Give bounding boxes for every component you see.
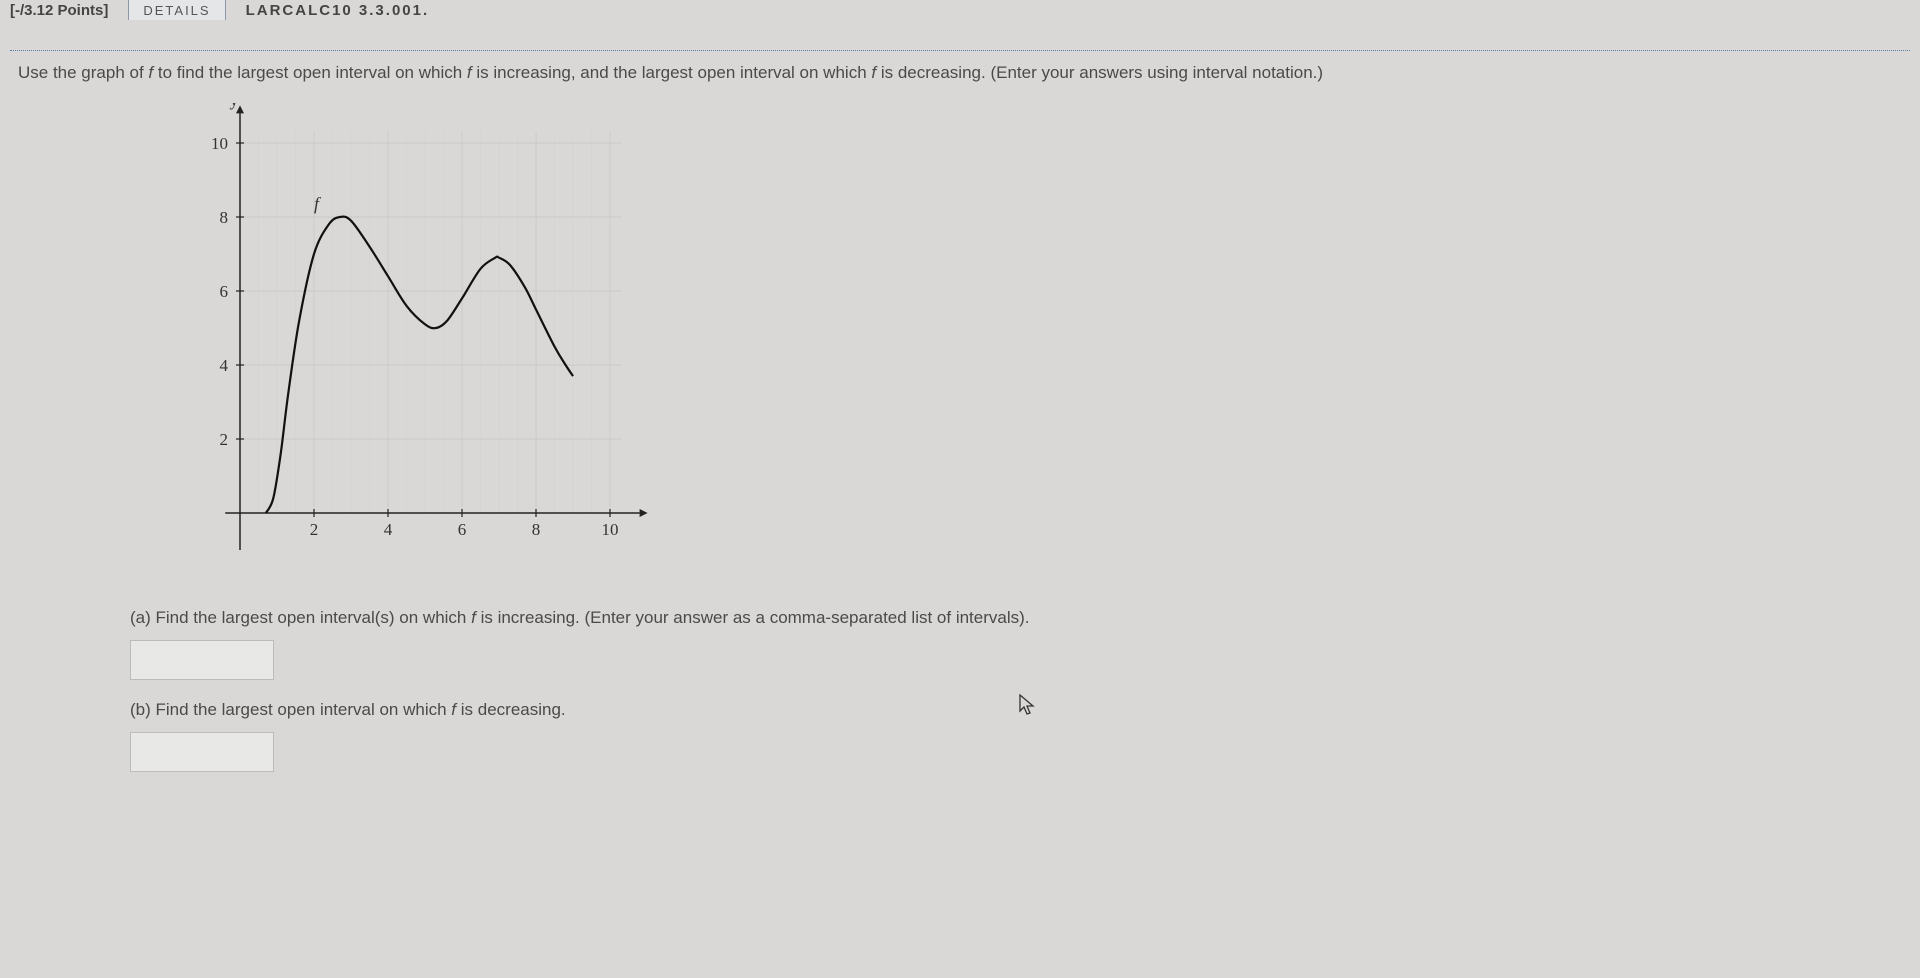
part-b: (b) Find the largest open interval on wh… xyxy=(130,700,1920,772)
part-b-input[interactable] xyxy=(130,732,274,772)
svg-text:y: y xyxy=(230,103,239,109)
svg-text:2: 2 xyxy=(220,430,229,449)
part-a-label: (a) xyxy=(130,608,151,627)
part-a-input[interactable] xyxy=(130,640,274,680)
part-a-post: is increasing. (Enter your answer as a c… xyxy=(476,608,1030,627)
svg-text:6: 6 xyxy=(220,282,229,301)
part-a-pre: Find the largest open interval(s) on whi… xyxy=(151,608,471,627)
source-label: LARCALC10 3.3.001. xyxy=(246,2,430,19)
part-a: (a) Find the largest open interval(s) on… xyxy=(130,608,1920,680)
question-prompt: Use the graph of f to find the largest o… xyxy=(10,50,1910,95)
points-badge: [-/3.12 Points] xyxy=(10,2,108,19)
part-b-pre: Find the largest open interval on which xyxy=(151,700,452,719)
svg-text:4: 4 xyxy=(220,356,229,375)
svg-text:4: 4 xyxy=(384,520,393,539)
q-mid2: is increasing, and the largest open inte… xyxy=(472,63,872,82)
details-button[interactable]: DETAILS xyxy=(128,0,225,20)
chart: 246810246810yxf xyxy=(190,103,1920,578)
svg-text:10: 10 xyxy=(211,134,228,153)
top-bar: [-/3.12 Points] DETAILS LARCALC10 3.3.00… xyxy=(0,0,1920,20)
svg-text:8: 8 xyxy=(220,208,229,227)
svg-text:8: 8 xyxy=(532,520,541,539)
svg-text:6: 6 xyxy=(458,520,467,539)
q-post: is decreasing. (Enter your answers using… xyxy=(876,63,1323,82)
q-pre: Use the graph of xyxy=(18,63,148,82)
content-area: 246810246810yxf (a) Find the largest ope… xyxy=(0,103,1920,812)
svg-text:2: 2 xyxy=(310,520,319,539)
part-b-post: is decreasing. xyxy=(456,700,566,719)
part-b-label: (b) xyxy=(130,700,151,719)
svg-text:f: f xyxy=(314,194,322,214)
q-mid1: to find the largest open interval on whi… xyxy=(153,63,467,82)
svg-text:10: 10 xyxy=(602,520,619,539)
chart-svg: 246810246810yxf xyxy=(190,103,650,573)
